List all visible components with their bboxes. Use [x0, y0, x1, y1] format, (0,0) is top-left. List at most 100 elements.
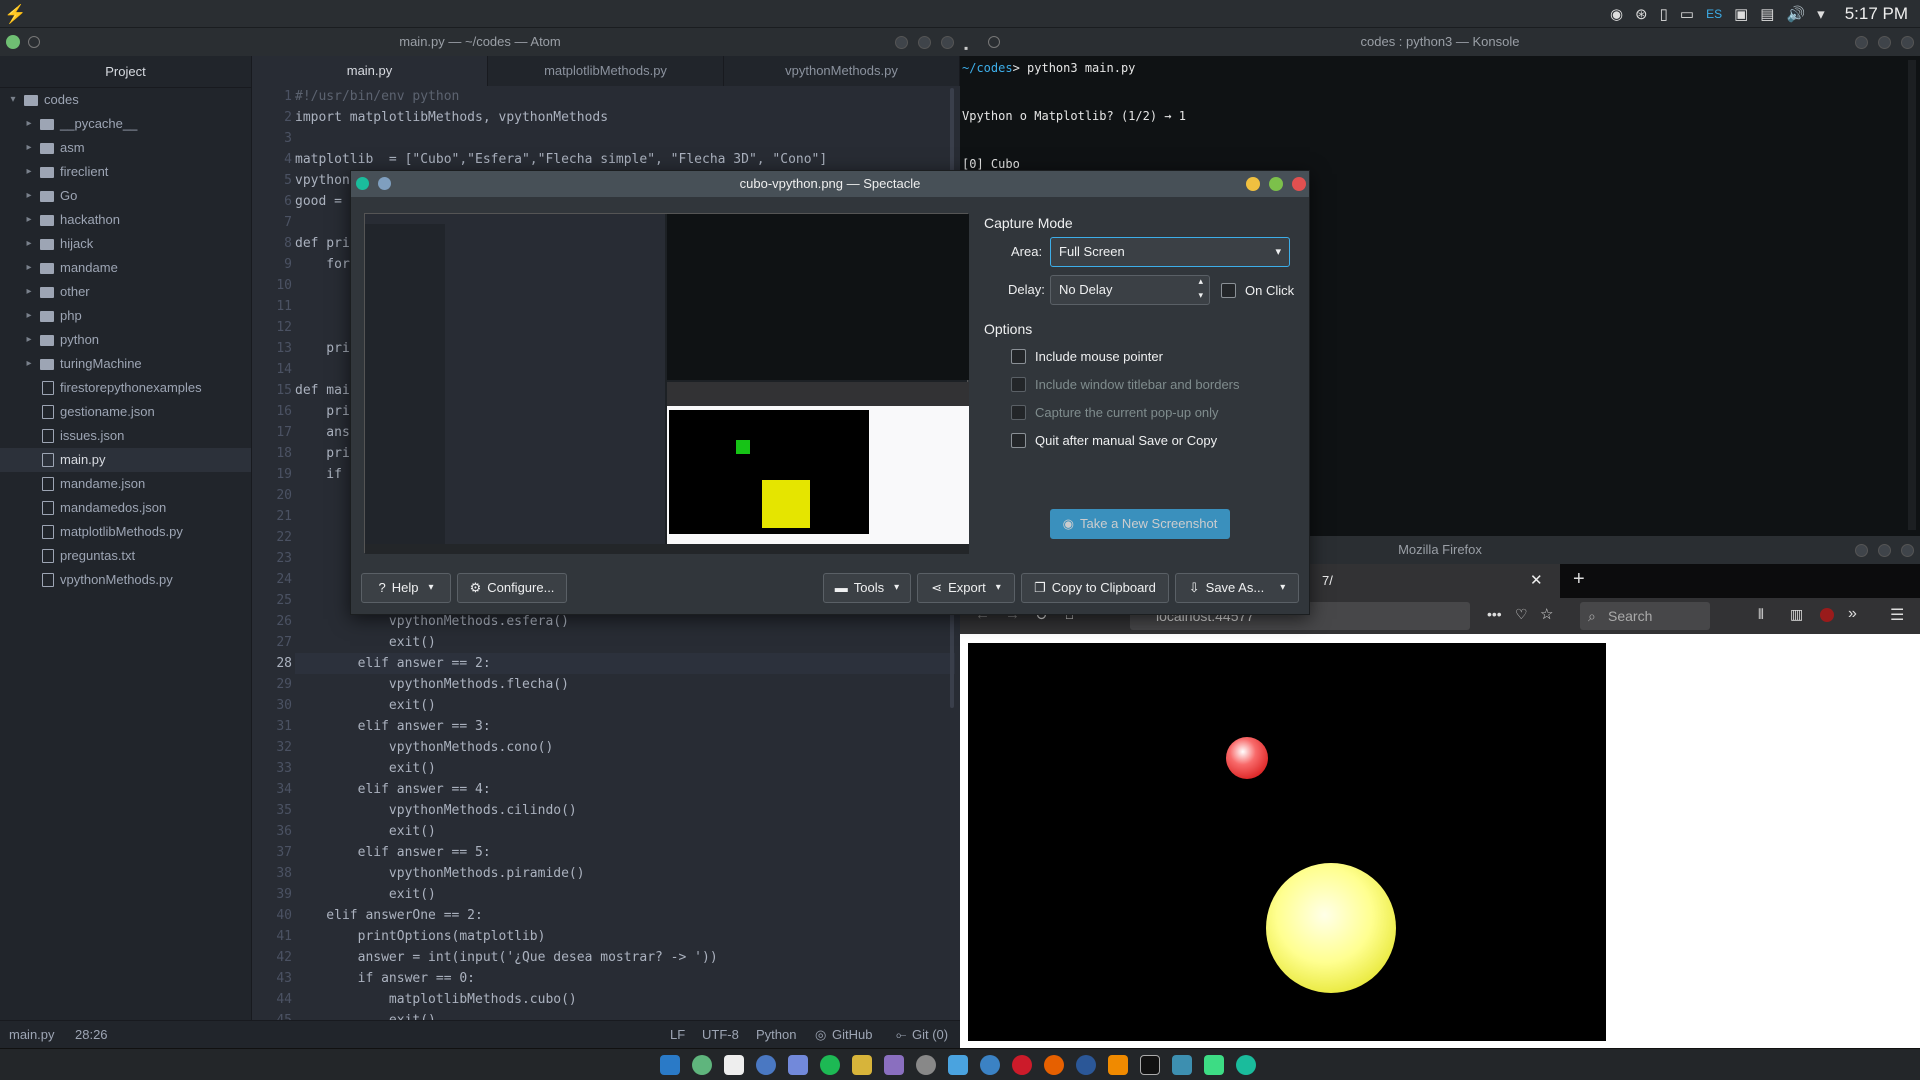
new-tab-icon[interactable]: +	[1573, 568, 1585, 591]
android-studio-icon[interactable]	[852, 1055, 872, 1075]
tab-vpython-methods[interactable]: vpythonMethods.py	[724, 56, 960, 86]
menu-icon[interactable]: ☰	[1890, 605, 1904, 625]
volume-icon[interactable]: 🔊	[1786, 5, 1805, 23]
konsole-close-button[interactable]	[1901, 36, 1914, 49]
atom-minimize-button[interactable]	[895, 36, 908, 49]
expand-tray-icon[interactable]: ▾	[1817, 5, 1825, 23]
display-icon[interactable]: ▣	[1734, 5, 1748, 23]
tree-file[interactable]: matplotlibMethods.py	[0, 520, 251, 544]
battery-icon[interactable]: ▭	[1680, 5, 1694, 23]
page-actions-icon[interactable]: •••	[1487, 606, 1502, 622]
spectacle-maximize-button[interactable]	[1269, 177, 1283, 191]
delay-spinbox[interactable]: No Delay ▴ ▾	[1050, 275, 1210, 305]
bookmark-star-icon[interactable]: ☆	[1540, 605, 1553, 623]
chevron-right-icon[interactable]: ▸	[22, 184, 36, 208]
chevron-right-icon[interactable]: ▸	[22, 160, 36, 184]
chevron-right-icon[interactable]: ▸	[22, 280, 36, 304]
close-tab-icon[interactable]: ✕	[1530, 564, 1543, 598]
overflow-icon[interactable]: »	[1848, 605, 1857, 623]
tree-folder[interactable]: ▸ mandame	[0, 256, 251, 280]
document-icon[interactable]	[724, 1055, 744, 1075]
konsole-pin-icon[interactable]	[988, 36, 1000, 48]
status-git[interactable]: Git (0)	[912, 1027, 948, 1042]
firefox-maximize-button[interactable]	[1878, 544, 1891, 557]
atom-maximize-button[interactable]	[918, 36, 931, 49]
tree-folder[interactable]: ▸ other	[0, 280, 251, 304]
tree-file[interactable]: mandamedos.json	[0, 496, 251, 520]
firefox-icon[interactable]	[1044, 1055, 1064, 1075]
status-eol[interactable]: LF	[670, 1027, 685, 1042]
tree-file[interactable]: preguntas.txt	[0, 544, 251, 568]
tree-folder[interactable]: ▸ python	[0, 328, 251, 352]
project-panel-title[interactable]: Project	[0, 56, 251, 88]
tree-folder[interactable]: ▸ asm	[0, 136, 251, 160]
firefox-close-button[interactable]	[1901, 544, 1914, 557]
atom-close-button[interactable]	[941, 36, 954, 49]
chevron-right-icon[interactable]: ▸	[22, 256, 36, 280]
chevron-right-icon[interactable]: ▸	[22, 352, 36, 376]
chevron-right-icon[interactable]: ▸	[22, 232, 36, 256]
konsole-minimize-button[interactable]	[1855, 36, 1868, 49]
status-github[interactable]: GitHub	[832, 1027, 872, 1042]
checkbox-box[interactable]	[1011, 349, 1026, 364]
atom-pin-icon[interactable]	[28, 36, 40, 48]
tree-file[interactable]: main.py	[0, 448, 251, 472]
files-icon[interactable]	[948, 1055, 968, 1075]
wireshark-icon[interactable]	[756, 1055, 776, 1075]
phone-icon[interactable]: ▯	[1660, 5, 1668, 23]
vscode-icon[interactable]	[660, 1055, 680, 1075]
chevron-right-icon[interactable]: ▸	[22, 328, 36, 352]
chevron-right-icon[interactable]: ▸	[22, 112, 36, 136]
chevron-down-icon[interactable]: ▾	[6, 88, 20, 112]
status-cursor[interactable]: 28:26	[75, 1027, 108, 1042]
extension-icon[interactable]	[1820, 608, 1834, 622]
chromium-icon[interactable]	[980, 1055, 1000, 1075]
tree-folder[interactable]: ▸ fireclient	[0, 160, 251, 184]
tree-folder[interactable]: ▾ codes	[0, 88, 251, 112]
tools-button[interactable]: ▬ Tools ▾	[823, 573, 911, 603]
opera-icon[interactable]	[1012, 1055, 1032, 1075]
clipboard-icon[interactable]: ▤	[1760, 5, 1774, 23]
copy-to-clipboard-button[interactable]: ❐ Copy to Clipboard	[1021, 573, 1169, 603]
tree-folder[interactable]: ▸ hijack	[0, 232, 251, 256]
application-launcher-icon[interactable]: ⚡	[4, 3, 26, 25]
area-select[interactable]: Full Screen ▾	[1050, 237, 1290, 267]
save-as-button[interactable]: ⇩ Save As... ▾	[1175, 573, 1299, 603]
export-button[interactable]: ⋖ Export ▾	[917, 573, 1015, 603]
keyboard-layout[interactable]: ES	[1706, 7, 1722, 21]
search-box[interactable]: ⌕ Search	[1580, 602, 1710, 630]
tree-folder[interactable]: ▸ php	[0, 304, 251, 328]
spectacle-pin-icon[interactable]	[378, 177, 391, 190]
terminal-icon[interactable]	[1140, 1055, 1160, 1075]
library-icon[interactable]: ⫴	[1758, 606, 1764, 623]
screenshot-preview[interactable]	[364, 213, 969, 554]
status-grammar[interactable]: Python	[756, 1027, 796, 1042]
chevron-right-icon[interactable]: ▸	[22, 304, 36, 328]
quit-after-save-checkbox[interactable]: Quit after manual Save or Copy	[1011, 433, 1217, 448]
spectacle-close-button[interactable]	[1292, 177, 1306, 191]
firefox-minimize-button[interactable]	[1855, 544, 1868, 557]
vpython-canvas[interactable]	[968, 643, 1606, 1041]
mysql-workbench-icon[interactable]	[1172, 1055, 1192, 1075]
word-icon[interactable]	[1076, 1055, 1096, 1075]
pocket-icon[interactable]: ♡	[1515, 606, 1528, 623]
configure-button[interactable]: ⚙ Configure...	[457, 573, 567, 603]
checkbox-box[interactable]	[1221, 283, 1236, 298]
tree-file[interactable]: gestioname.json	[0, 400, 251, 424]
status-file[interactable]: main.py	[9, 1027, 55, 1042]
help-button[interactable]: ? Help ▾	[361, 573, 451, 603]
clock[interactable]: 5:17 PM	[1845, 4, 1908, 24]
record-icon[interactable]: ◉	[1610, 5, 1623, 23]
tab-matplotlib-methods[interactable]: matplotlibMethods.py	[488, 56, 724, 86]
spectacle-icon[interactable]	[1236, 1055, 1256, 1075]
take-new-screenshot-button[interactable]: ◉ Take a New Screenshot	[1050, 509, 1230, 539]
tree-folder[interactable]: ▸ turingMachine	[0, 352, 251, 376]
tree-folder[interactable]: ▸ __pycache__	[0, 112, 251, 136]
chevron-right-icon[interactable]: ▸	[22, 208, 36, 232]
konsole-titlebar[interactable]: ▪ codes : python3 — Konsole	[960, 28, 1920, 56]
tree-file[interactable]: mandame.json	[0, 472, 251, 496]
status-encoding[interactable]: UTF-8	[702, 1027, 739, 1042]
tab-main-py[interactable]: main.py	[252, 56, 488, 86]
konsole-maximize-button[interactable]	[1878, 36, 1891, 49]
spotify-icon[interactable]	[820, 1055, 840, 1075]
